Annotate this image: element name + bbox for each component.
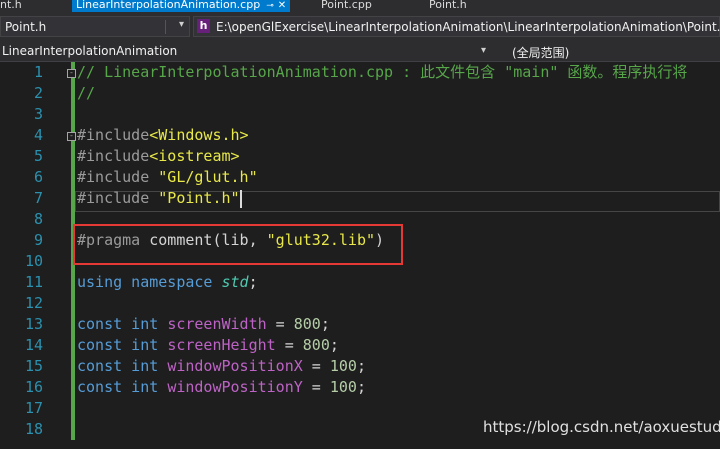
code-line: // xyxy=(77,83,95,104)
code-line: #include<Windows.h> xyxy=(77,125,249,146)
scope-dropdown[interactable]: (全局范围) xyxy=(500,42,720,60)
code-line: const int windowPositionX = 100; xyxy=(77,356,366,377)
highlight-box xyxy=(73,224,403,265)
document-tab-bar: nt.h LinearInterpolationAnimation.cpp ⊸ ✕ … xyxy=(0,0,720,12)
code-text: ; xyxy=(356,378,366,396)
code-line: // LinearInterpolationAnimation.cpp : 此文… xyxy=(77,62,687,83)
line-number: 17 xyxy=(24,399,43,417)
file-dropdown-value: Point.h xyxy=(5,20,47,34)
line-number: 15 xyxy=(24,357,43,375)
number: 800 xyxy=(293,315,321,333)
keyword: int xyxy=(122,315,168,333)
tab-label: Point.h xyxy=(429,0,467,11)
tab-label: nt.h xyxy=(0,0,22,11)
code-line: const int screenWidth = 800; xyxy=(77,314,330,335)
number: 800 xyxy=(302,336,330,354)
watermark: https://blog.csdn.net/aoxuestudy xyxy=(483,418,720,436)
preprocessor: #include xyxy=(77,126,150,144)
code-line: #include "GL/glut.h" xyxy=(77,167,258,188)
code-editor[interactable]: - - 1 2 3 4 5 6 7 8 9 10 11 12 13 14 15 … xyxy=(0,62,720,449)
line-number: 10 xyxy=(24,252,43,270)
scope-dropdown-value: (全局范围) xyxy=(512,46,570,60)
tab-label: Point.cpp xyxy=(321,0,372,11)
line-number: 5 xyxy=(33,147,43,165)
keyword: const xyxy=(77,378,123,396)
code-line: #include<iostream> xyxy=(77,146,240,167)
project-dropdown-value: LinearInterpolationAnimation xyxy=(2,44,178,58)
variable: screenHeight xyxy=(167,336,276,354)
include-file: <Windows.h> xyxy=(149,126,249,144)
keyword: const xyxy=(77,336,123,354)
tab-linear-interpolation-animation-cpp[interactable]: LinearInterpolationAnimation.cpp ⊸ ✕ xyxy=(72,0,291,12)
scope-bar: LinearInterpolationAnimation ▾ (全局范围) xyxy=(0,42,720,62)
navigation-bar: Point.h ▾ h E:\openGlExercise\LinearInte… xyxy=(0,12,720,43)
variable: windowPositionY xyxy=(167,378,303,396)
keyword: int xyxy=(122,336,168,354)
line-number: 6 xyxy=(33,168,43,186)
line-number: 4 xyxy=(33,126,43,144)
code-line: const int windowPositionY = 100; xyxy=(77,377,366,398)
file-path-box[interactable]: h E:\openGlExercise\LinearInterpolationA… xyxy=(193,16,720,37)
code-line: const int screenHeight = 800; xyxy=(77,335,339,356)
code-text: ; xyxy=(356,357,366,375)
preprocessor: #include xyxy=(77,147,150,165)
project-dropdown[interactable]: LinearInterpolationAnimation ▾ xyxy=(0,42,490,60)
line-number: 9 xyxy=(33,231,43,249)
line-number: 1 xyxy=(33,63,43,81)
keyword: int xyxy=(122,357,168,375)
keyword: const xyxy=(77,315,123,333)
code-text: = xyxy=(302,378,330,396)
namespace-name: std xyxy=(221,273,249,291)
code-text: ; xyxy=(329,336,339,354)
keyword: const xyxy=(77,357,123,375)
chevron-down-icon[interactable]: ▾ xyxy=(179,19,184,30)
tab-point-h-partial[interactable]: nt.h xyxy=(0,0,22,12)
file-path: E:\openGlExercise\LinearInterpolationAni… xyxy=(216,20,720,34)
comment: // xyxy=(77,84,96,102)
include-file: "Point.h" xyxy=(158,189,240,207)
variable: windowPositionX xyxy=(167,357,303,375)
line-number: 3 xyxy=(33,105,43,123)
code-line: using namespace std; xyxy=(77,272,258,293)
line-number: 16 xyxy=(24,378,43,396)
include-file: <iostream> xyxy=(149,147,240,165)
text-caret xyxy=(239,189,242,208)
keyword: namespace xyxy=(122,273,222,291)
number: 100 xyxy=(329,357,357,375)
keyword: using xyxy=(77,273,123,291)
code-text: ; xyxy=(320,315,330,333)
line-number: 8 xyxy=(33,210,43,228)
close-icon[interactable]: ✕ xyxy=(278,0,286,11)
tab-label: LinearInterpolationAnimation.cpp xyxy=(76,0,261,11)
code-text: ; xyxy=(248,273,258,291)
tab-point-cpp[interactable]: Point.cpp xyxy=(321,0,372,12)
comment: // LinearInterpolationAnimation.cpp : 此文… xyxy=(77,63,688,81)
code-text: = xyxy=(275,336,303,354)
preprocessor: #include xyxy=(77,189,159,207)
chevron-down-icon[interactable]: ▾ xyxy=(481,45,486,56)
code-text: = xyxy=(266,315,294,333)
pin-icon[interactable]: ⊸ xyxy=(266,1,274,11)
line-number: 13 xyxy=(24,315,43,333)
code-line: #include "Point.h" xyxy=(77,188,242,209)
keyword: int xyxy=(122,378,168,396)
line-number: 14 xyxy=(24,336,43,354)
number: 100 xyxy=(329,378,357,396)
line-number: 12 xyxy=(24,294,43,312)
variable: screenWidth xyxy=(167,315,267,333)
divider xyxy=(165,20,166,34)
file-dropdown[interactable]: Point.h ▾ xyxy=(0,16,190,37)
header-file-icon: h xyxy=(197,19,210,33)
include-file: "GL/glut.h" xyxy=(158,168,258,186)
preprocessor: #include xyxy=(77,168,159,186)
code-text: = xyxy=(302,357,330,375)
tab-point-h[interactable]: Point.h xyxy=(429,0,467,12)
line-number: 18 xyxy=(24,420,43,438)
line-number: 7 xyxy=(33,189,43,207)
line-number: 11 xyxy=(24,273,43,291)
line-number: 2 xyxy=(33,84,43,102)
